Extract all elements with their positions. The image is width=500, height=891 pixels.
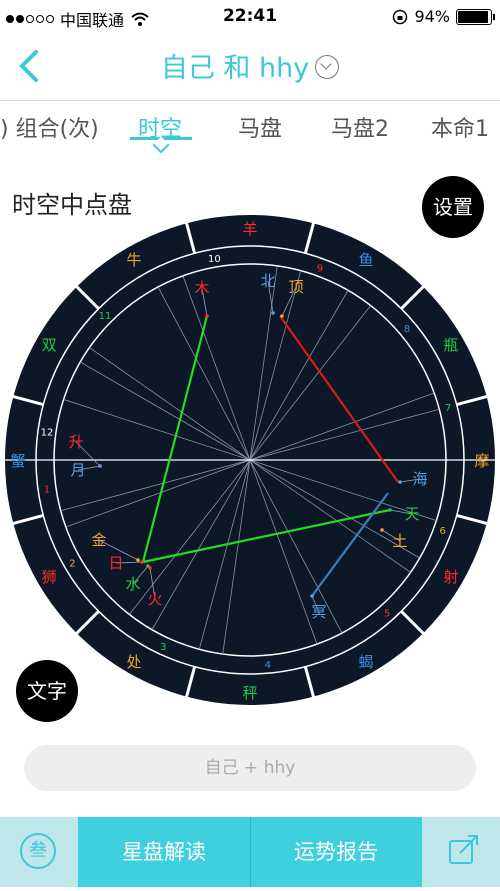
zodiac-sign-label: 蟹 — [10, 452, 25, 470]
astrology-chart: 10 9 8 7 6 5 4 3 2 1 12 11 羊鱼瓶摩射蝎秤 处 狮 蟹 双 牛 木 北顶升月海天土 金日水… — [3, 213, 497, 707]
zodiac-sign-label: 蝎 — [358, 653, 373, 671]
planet-label: 日 — [108, 554, 123, 572]
house-number: 9 — [317, 263, 323, 274]
chart-menu-icon: 叁 — [20, 833, 56, 869]
planet-marker — [205, 314, 209, 318]
house-number: 12 — [41, 427, 54, 438]
status-bar: 中国联通 22:41 94% — [0, 0, 500, 34]
planet-label: 土 — [392, 532, 407, 550]
zodiac-sign-label: 双 — [42, 336, 57, 354]
text-button[interactable]: 文字 — [16, 660, 78, 722]
planet-label: 金 — [91, 531, 106, 549]
chart-reading-button[interactable]: 星盘解读 — [78, 817, 251, 887]
planet-label: 顶 — [288, 278, 303, 296]
house-number: 5 — [384, 608, 390, 619]
battery-icon — [456, 8, 495, 25]
house-number: 4 — [265, 660, 271, 671]
page-title-text: 自己 和 hhy — [160, 53, 310, 84]
planet-marker — [388, 508, 392, 512]
planet-marker — [98, 464, 102, 468]
tab-marks[interactable]: 马盘 — [238, 111, 282, 143]
planet-label: 冥 — [311, 603, 326, 621]
zodiac-sign-label: 瓶 — [443, 336, 458, 354]
chevron-down-icon[interactable] — [315, 54, 340, 79]
fortune-report-button[interactable]: 运势报告 — [250, 817, 422, 887]
planet-marker — [398, 480, 402, 484]
planet-marker — [380, 528, 384, 532]
tab-natal-1[interactable]: 本命1 — [431, 111, 489, 143]
rotation-lock-icon — [393, 9, 408, 24]
house-number: 10 — [208, 254, 221, 265]
planet-label: 水 — [125, 575, 140, 593]
planet-marker — [148, 566, 152, 570]
planet-label: 北 — [260, 272, 275, 290]
settings-button[interactable]: 设置 — [422, 176, 484, 238]
share-button[interactable] — [422, 817, 500, 887]
planet-marker — [280, 314, 284, 318]
house-number: 11 — [99, 311, 112, 322]
nav-bar: 自己 和 hhy — [0, 34, 500, 101]
house-number: 3 — [160, 642, 166, 653]
planet-marker — [140, 560, 144, 564]
zodiac-sign-label: 秤 — [242, 684, 257, 702]
house-number: 8 — [404, 324, 410, 335]
tab-combined[interactable]: ) 组合(次) — [0, 111, 99, 143]
share-icon — [449, 835, 478, 864]
planet-label: 火 — [147, 590, 162, 608]
planet-label: 海 — [412, 470, 427, 488]
tab-marks-2[interactable]: 马盘2 — [331, 111, 389, 143]
battery-percent: 94% — [414, 7, 450, 26]
zodiac-sign-label: 牛 — [126, 251, 141, 269]
house-number: 1 — [44, 485, 50, 496]
planet-marker — [310, 594, 314, 598]
house-number: 6 — [439, 526, 445, 537]
zodiac-sign-label: 羊 — [242, 220, 257, 238]
zodiac-sign-label: 射 — [443, 568, 458, 586]
planet-marker — [271, 311, 275, 315]
house-number: 7 — [445, 403, 451, 414]
planet-label: 月 — [70, 461, 85, 479]
planet-label: 木 — [194, 279, 209, 297]
chart-menu-button[interactable]: 叁 — [0, 817, 78, 887]
zodiac-sign-label: 鱼 — [358, 251, 373, 269]
planet-label: 天 — [404, 505, 419, 523]
zodiac-sign-label: 摩 — [474, 452, 489, 470]
planet-marker — [136, 558, 140, 562]
pair-input[interactable]: 自己 + hhy — [24, 745, 476, 791]
planet-label: 升 — [68, 433, 83, 451]
bottom-bar: 叁 星盘解读 运势报告 — [0, 817, 500, 887]
page-title[interactable]: 自己 和 hhy — [0, 46, 500, 85]
house-number: 2 — [69, 559, 75, 570]
zodiac-sign-label: 狮 — [42, 568, 57, 586]
tab-bar: ) 组合(次) 时空 马盘 马盘2 本命1 — [0, 101, 500, 154]
zodiac-sign-label: 处 — [126, 653, 141, 671]
